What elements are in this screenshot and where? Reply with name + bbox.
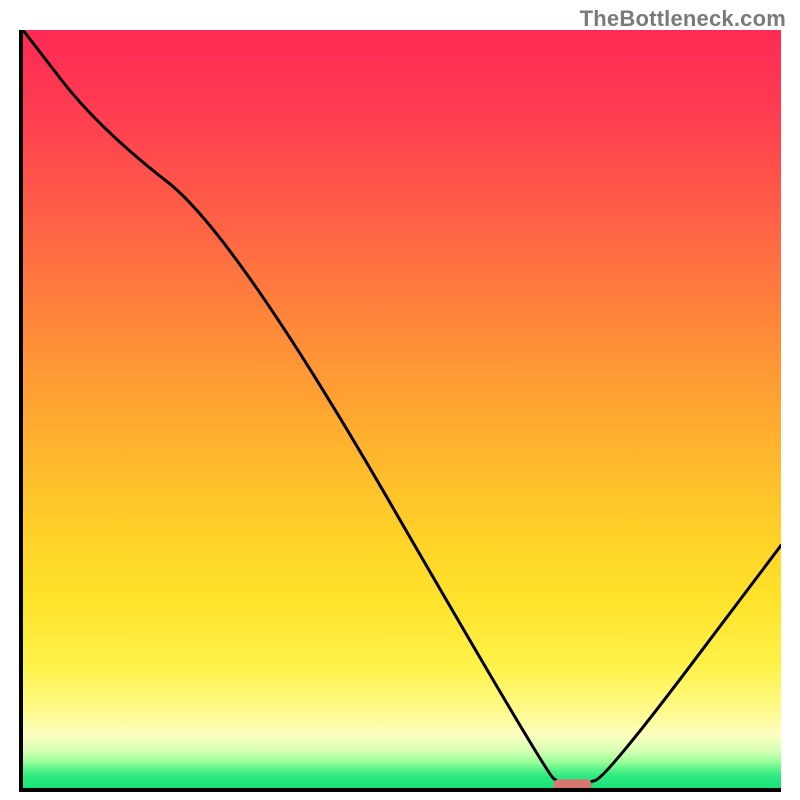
bottleneck-curve-line xyxy=(23,30,781,784)
plot-area xyxy=(19,30,781,792)
optimal-marker xyxy=(554,779,592,788)
chart-container: TheBottleneck.com xyxy=(0,0,800,800)
watermark-text: TheBottleneck.com xyxy=(580,6,786,32)
curve-svg xyxy=(23,30,781,788)
